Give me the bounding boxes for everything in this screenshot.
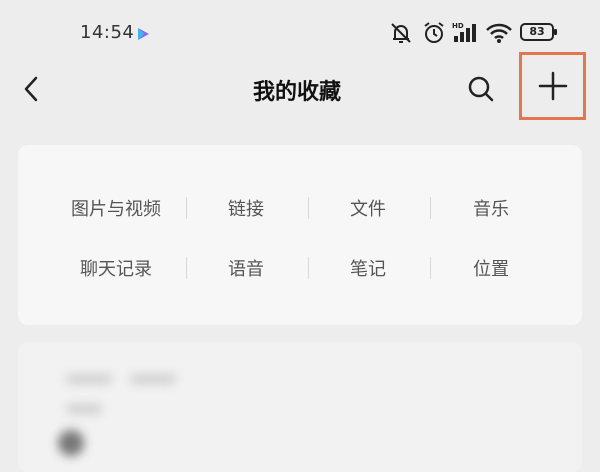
blurred-text <box>66 374 112 384</box>
play-icon <box>136 26 150 40</box>
blurred-thumbnail <box>58 430 84 456</box>
category-links[interactable]: 链接 <box>186 195 306 221</box>
page-title: 我的收藏 <box>252 80 341 105</box>
signal-icon: HD <box>452 20 480 50</box>
status-bar: 14:54 HD 83 <box>0 0 600 64</box>
status-time: 14:54 <box>80 22 135 43</box>
search-icon[interactable] <box>464 72 498 106</box>
wifi-icon <box>485 20 513 50</box>
nav-bar: 我的收藏 <box>0 64 600 114</box>
add-button[interactable] <box>519 52 586 120</box>
category-photos-videos[interactable]: 图片与视频 <box>56 195 176 221</box>
category-music[interactable]: 音乐 <box>431 195 551 221</box>
add-icon <box>538 71 568 101</box>
category-chat-history[interactable]: 聊天记录 <box>56 255 176 281</box>
blurred-text <box>130 374 176 384</box>
battery-icon: 83 <box>520 23 557 41</box>
category-location[interactable]: 位置 <box>431 255 551 281</box>
svg-text:HD: HD <box>452 22 464 30</box>
category-card: 图片与视频 链接 文件 音乐 聊天记录 语音 笔记 位置 <box>18 145 582 325</box>
mute-bell-icon <box>388 20 414 50</box>
category-files[interactable]: 文件 <box>308 195 428 221</box>
category-voice[interactable]: 语音 <box>186 255 306 281</box>
favorite-item[interactable] <box>18 342 582 472</box>
category-notes[interactable]: 笔记 <box>308 255 428 281</box>
alarm-icon <box>421 20 447 50</box>
blurred-text <box>66 404 102 414</box>
